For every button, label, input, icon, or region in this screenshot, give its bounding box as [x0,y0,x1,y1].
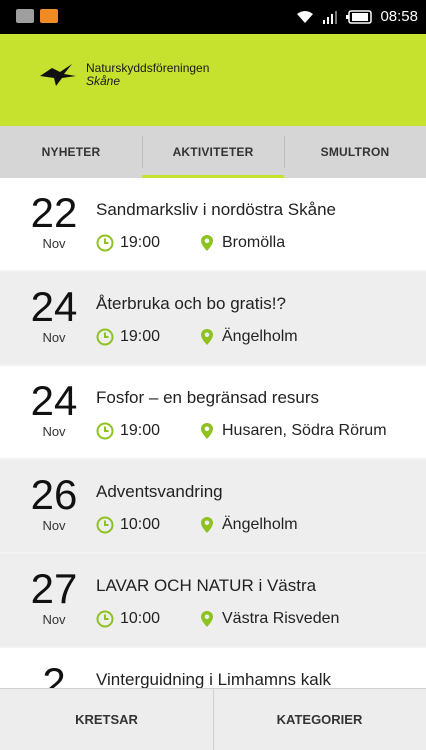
event-place: Västra Risveden [222,610,340,627]
event-day: 27 [30,565,78,612]
event-time: 19:00 [120,328,161,345]
event-day: 24 [30,283,78,330]
clock-icon [96,328,114,346]
event-time: 10:00 [120,516,161,533]
event-time: 10:00 [120,610,161,627]
event-list[interactable]: 22 Nov Sandmarksliv i nordöstra Skåne 19… [0,178,426,688]
signal-icon [323,10,338,24]
event-place: Bromölla [222,234,286,251]
event-month: Nov [42,236,66,251]
event-date: 22 Nov [26,189,82,252]
tab-nyheter[interactable]: NYHETER [0,126,142,178]
tab-bar: NYHETER AKTIVITETER SMULTRON [0,126,426,178]
organization-logo[interactable]: Naturskyddsföreningen Skåne [38,61,209,89]
event-place-group: Husaren, Södra Rörum [200,422,387,440]
event-date: 2 [26,659,82,689]
event-place-group: Västra Risveden [200,610,339,628]
event-title: Fosfor – en begränsad resurs [96,388,320,407]
event-list-item[interactable]: 22 Nov Sandmarksliv i nordöstra Skåne 19… [0,178,426,272]
event-meta: 10:00 Ängelholm [96,516,298,534]
event-day: 26 [30,471,78,518]
event-list-item[interactable]: 26 Nov Adventsvandring 10:00 Ängelholm [0,460,426,554]
kretsar-button[interactable]: KRETSAR [0,689,213,750]
event-month: Nov [42,330,66,345]
event-date: 24 Nov [26,283,82,346]
event-title: Återbruka och bo gratis!? [96,294,286,313]
event-time-group: 19:00 [96,328,200,346]
bottom-bar: KRETSAR KATEGORIER [0,688,426,750]
event-date: 26 Nov [26,471,82,534]
status-right-icons: 08:58 [296,8,418,25]
kategorier-button[interactable]: KATEGORIER [213,689,426,750]
location-pin-icon [201,611,213,627]
event-meta: 19:00 Bromölla [96,234,285,252]
clock-icon [96,422,114,440]
battery-icon [346,9,373,24]
event-title: Vinterguidning i Limhamns kalk [96,670,331,688]
event-place-group: Bromölla [200,234,285,252]
event-title: Adventsvandring [96,482,223,501]
clock-icon [96,234,114,252]
clock-icon [96,610,114,628]
event-place: Ängelholm [222,516,298,533]
event-meta: 19:00 Husaren, Södra Rörum [96,422,387,440]
status-left-icons [16,9,58,23]
event-month: Nov [42,518,66,533]
event-list-item[interactable]: 2 Vinterguidning i Limhamns kalk [0,648,426,688]
location-pin-icon [201,517,213,533]
event-time-group: 10:00 [96,516,200,534]
clock-icon [96,516,114,534]
location-pin-icon [201,329,213,345]
organization-region: Skåne [86,74,121,89]
bird-logo-icon [40,64,76,86]
event-month: Nov [42,424,66,439]
logo-text: Naturskyddsföreningen Skåne [86,61,209,89]
event-meta: 19:00 Ängelholm [96,328,298,346]
event-time: 19:00 [120,422,161,439]
event-day: 24 [30,377,78,424]
event-place-group: Ängelholm [200,328,298,346]
tab-aktiviteter[interactable]: AKTIVITETER [142,126,284,178]
app-notification-icon [40,9,58,23]
event-time: 19:00 [120,234,161,251]
event-list-item[interactable]: 27 Nov LAVAR OCH NATUR i Västra 10:00 Vä… [0,554,426,648]
location-pin-icon [201,423,213,439]
location-pin-icon [201,235,213,251]
event-date: 27 Nov [26,565,82,628]
event-place: Ängelholm [222,328,298,345]
event-day: 22 [30,189,78,236]
event-meta: 10:00 Västra Risveden [96,610,339,628]
event-time-group: 19:00 [96,422,200,440]
tab-smultron[interactable]: SMULTRON [284,126,426,178]
gallery-notification-icon [16,9,34,23]
status-time: 08:58 [380,8,418,25]
app-header: Naturskyddsföreningen Skåne [0,34,426,126]
event-time-group: 19:00 [96,234,200,252]
wifi-icon [297,10,314,23]
event-title: Sandmarksliv i nordöstra Skåne [96,200,337,219]
event-list-item[interactable]: 24 Nov Återbruka och bo gratis!? 19:00 Ä… [0,272,426,366]
event-day: 2 [42,659,66,689]
event-time-group: 10:00 [96,610,200,628]
event-list-item[interactable]: 24 Nov Fosfor – en begränsad resurs 19:0… [0,366,426,460]
event-place-group: Ängelholm [200,516,298,534]
event-date: 24 Nov [26,377,82,440]
event-month: Nov [42,612,66,627]
status-bar: 08:58 [0,0,426,34]
event-place: Husaren, Södra Rörum [222,422,387,439]
event-title: LAVAR OCH NATUR i Västra [96,576,317,595]
